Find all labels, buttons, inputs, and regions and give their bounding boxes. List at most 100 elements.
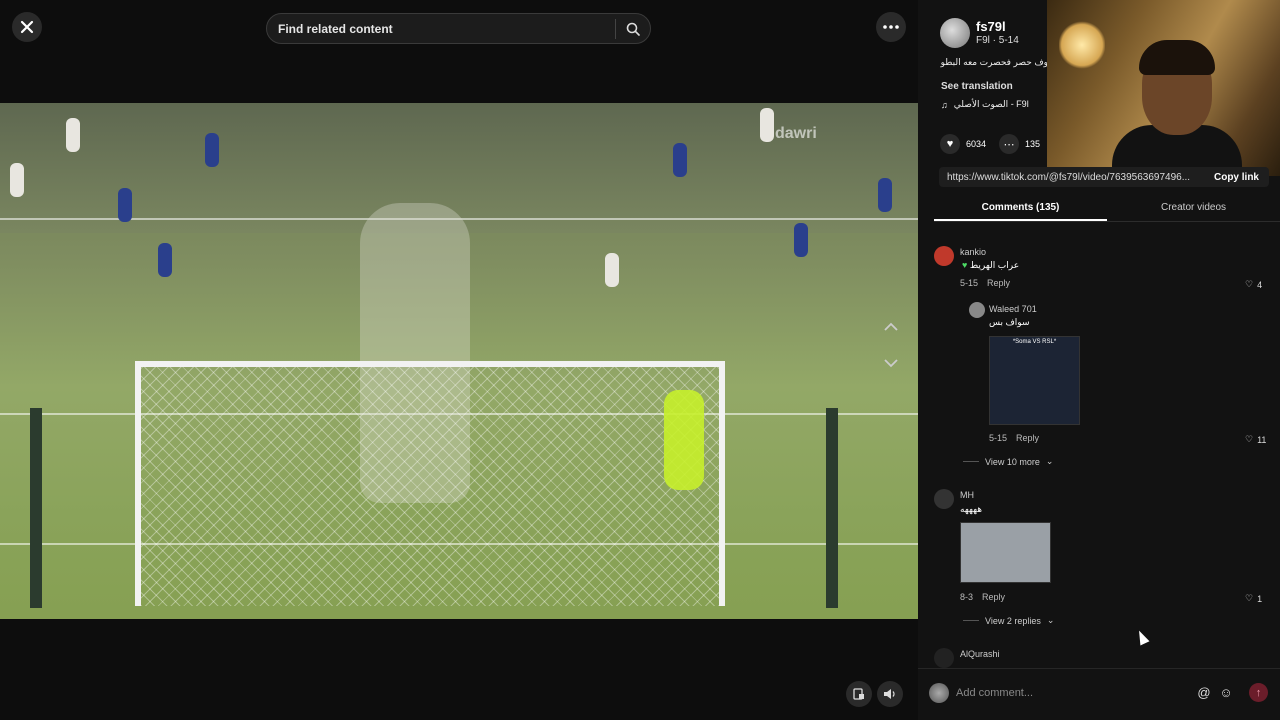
footballer xyxy=(10,163,24,197)
comment-image[interactable] xyxy=(960,522,1051,583)
comment-body: ههههه xyxy=(960,504,983,514)
emoji-button[interactable]: ☺ xyxy=(1217,683,1235,701)
author-meta: F9l · 5-14 xyxy=(976,35,1019,46)
commenter-avatar[interactable] xyxy=(934,246,954,266)
arrow-up-icon: ↑ xyxy=(1255,686,1262,699)
comment-meta: 5-15 Reply xyxy=(989,433,1039,443)
view-more-replies[interactable]: View 2 replies ⌄ xyxy=(963,615,1054,626)
emoji-icon: ☺ xyxy=(1219,684,1233,700)
share-link-row: https://www.tiktok.com/@fs79l/video/7639… xyxy=(939,167,1269,187)
commenter-avatar[interactable] xyxy=(934,489,954,509)
comment-text: ♥ عراب الهريط xyxy=(962,260,1019,271)
comment-like-count: 11 xyxy=(1257,434,1267,445)
next-video-button[interactable] xyxy=(878,350,904,376)
video-frame[interactable]: dawri xyxy=(0,103,918,619)
reply-button[interactable]: Reply xyxy=(982,592,1005,602)
close-icon xyxy=(20,20,34,34)
search-button[interactable] xyxy=(616,13,650,44)
commenter-name[interactable]: MH xyxy=(960,490,974,500)
reply-button[interactable]: Reply xyxy=(987,278,1010,288)
footballer xyxy=(605,253,619,287)
post-comment-button[interactable]: ↑ xyxy=(1249,683,1268,702)
comment-meta: 8-3 Reply xyxy=(960,592,1005,602)
comment-like[interactable]: ♡ 11 xyxy=(1245,434,1266,445)
search-bar xyxy=(266,13,651,44)
author-username[interactable]: fs79l xyxy=(976,19,1006,34)
heart-outline-icon: ♡ xyxy=(1245,279,1254,289)
commenter-name[interactable]: kankio xyxy=(960,247,986,257)
close-button[interactable] xyxy=(12,12,42,42)
footballer xyxy=(158,243,172,277)
commenter-name[interactable]: Waleed 701 xyxy=(989,304,1037,314)
footballer xyxy=(878,178,892,212)
heart-outline-icon: ♡ xyxy=(1245,593,1254,603)
comment-date: 8-3 xyxy=(960,592,974,602)
video-url[interactable]: https://www.tiktok.com/@fs79l/video/7639… xyxy=(939,172,1204,183)
video-description: وف حصر فحصرت معه البطولات، الشاك كما يعر… xyxy=(940,57,1048,67)
footballer xyxy=(760,108,774,142)
comment-image-caption: *Soma VS RSL* xyxy=(1012,339,1057,345)
comment-like-count: 1 xyxy=(1257,593,1263,604)
comment-like[interactable]: ♡ 4 xyxy=(1245,279,1262,290)
watermark-text: dawri xyxy=(775,125,817,142)
goalkeeper xyxy=(664,390,704,490)
pip-icon xyxy=(853,688,864,700)
webcam-overlay xyxy=(1047,0,1280,176)
footballer xyxy=(673,143,687,177)
tab-comments[interactable]: Comments (135) xyxy=(934,197,1107,221)
commenter-avatar[interactable] xyxy=(934,648,954,668)
divider-dash xyxy=(963,620,979,621)
sound-label: الصوت الأصلي - F9l xyxy=(953,99,1029,109)
copy-link-button[interactable]: Copy link xyxy=(1204,172,1269,183)
volume-icon xyxy=(884,689,895,699)
tab-creator-videos[interactable]: Creator videos xyxy=(1107,197,1280,221)
goal-net xyxy=(135,361,725,606)
like-count: 6034 xyxy=(966,139,987,149)
comment-like-count: 4 xyxy=(1257,279,1263,290)
chevron-down-icon xyxy=(884,358,898,367)
music-note-icon: ♫ xyxy=(941,99,948,110)
sound-link[interactable]: ♫ الصوت الأصلي - F9l xyxy=(941,99,1029,110)
comment-body: عراب الهريط xyxy=(969,260,1020,270)
search-icon xyxy=(626,22,640,36)
commenter-avatar[interactable] xyxy=(969,302,985,318)
at-icon: @ xyxy=(1197,684,1211,700)
previous-video-button[interactable] xyxy=(878,313,904,339)
volume-button[interactable] xyxy=(877,681,903,707)
author-avatar[interactable] xyxy=(940,18,970,48)
see-translation-link[interactable]: See translation xyxy=(941,81,1013,92)
view-more-label: View 10 more xyxy=(985,456,1040,467)
broadcast-watermark: dawri xyxy=(775,125,845,185)
comment-input[interactable] xyxy=(956,681,1186,705)
chevron-up-icon xyxy=(884,322,898,331)
like-stat[interactable]: ♥ 6034 xyxy=(940,134,986,154)
more-icon xyxy=(883,25,899,29)
comment-meta: 5-15 Reply xyxy=(960,278,1010,288)
footballer xyxy=(118,188,132,222)
comment-like[interactable]: ♡ 1 xyxy=(1245,593,1262,604)
comment-count: 135 xyxy=(1025,139,1041,149)
pip-button[interactable] xyxy=(846,681,872,707)
comment-date: 5-15 xyxy=(989,433,1008,443)
chevron-down-icon: ⌄ xyxy=(1046,615,1055,625)
pole xyxy=(826,408,838,608)
footballer xyxy=(66,118,80,152)
lamp xyxy=(1059,20,1105,70)
view-more-replies[interactable]: View 10 more ⌄ xyxy=(963,456,1053,467)
green-heart-icon: ♥ xyxy=(962,260,968,270)
footballer xyxy=(205,133,219,167)
search-input[interactable] xyxy=(267,21,615,36)
more-options-button[interactable] xyxy=(876,12,906,42)
footballer xyxy=(794,223,808,257)
comment-icon: ⋯ xyxy=(999,134,1019,154)
reply-button[interactable]: Reply xyxy=(1016,433,1039,443)
comment-image[interactable]: *Soma VS RSL* xyxy=(989,336,1080,425)
panel-tabs: Comments (135) Creator videos xyxy=(934,197,1280,222)
my-avatar xyxy=(929,683,949,703)
comment-stat[interactable]: ⋯ 135 xyxy=(999,134,1040,154)
divider-dash xyxy=(963,461,979,462)
video-player: dawri xyxy=(0,0,918,720)
commenter-name[interactable]: AlQurashi xyxy=(960,649,1000,659)
mention-button[interactable]: @ xyxy=(1195,683,1213,701)
heart-outline-icon: ♡ xyxy=(1245,434,1254,444)
